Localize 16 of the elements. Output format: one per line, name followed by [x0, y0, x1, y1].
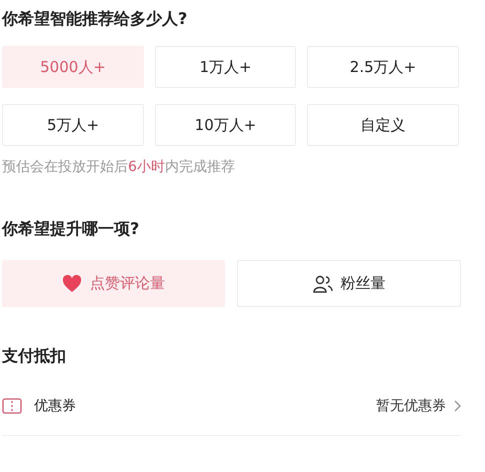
section-title: 支付抵扣: [2, 345, 67, 367]
section-title: 你希望智能推荐给多少人?: [2, 8, 188, 30]
audience-option[interactable]: 10万人+: [155, 104, 296, 146]
coupon-icon: [2, 398, 22, 414]
audience-option[interactable]: 5万人+: [2, 104, 144, 146]
heart-icon: [62, 274, 82, 292]
row-value[interactable]: 暂无优惠券: [376, 397, 446, 415]
section-title: 你希望提升哪一项?: [2, 218, 140, 240]
audience-option[interactable]: 2.5万人+: [307, 46, 459, 88]
goal-option[interactable]: 粉丝量: [237, 260, 461, 307]
audience-option[interactable]: 1万人+: [155, 46, 296, 88]
users-icon: [312, 274, 332, 292]
estimate-note: 预估会在投放开始后6小时内完成推荐: [2, 158, 236, 176]
chevron-icon: [454, 400, 461, 412]
row-label: 优惠券: [34, 397, 76, 415]
audience-option[interactable]: 自定义: [307, 104, 459, 146]
